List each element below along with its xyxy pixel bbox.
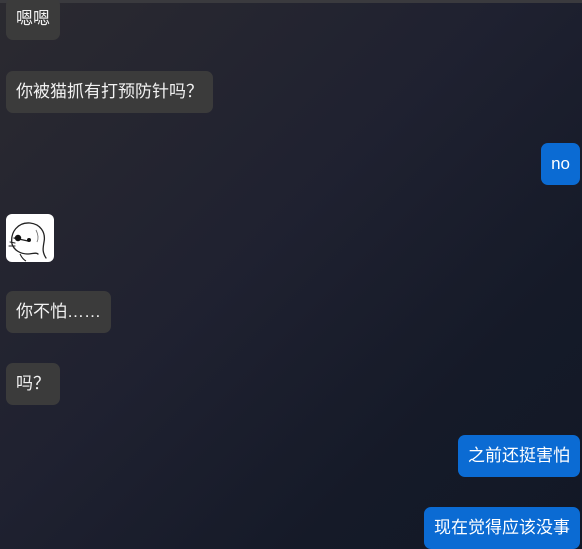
message-bubble-outgoing[interactable]: no	[541, 143, 580, 185]
message-bubble-incoming[interactable]: 吗？	[6, 363, 60, 405]
sticker-message[interactable]	[6, 214, 54, 262]
doodle-creature-icon	[8, 222, 47, 262]
message-bubble-incoming[interactable]: 你被猫抓有打预防针吗？	[6, 71, 213, 113]
message-text: 现在觉得应该没事	[434, 518, 570, 537]
message-text: 嗯嗯	[16, 9, 50, 28]
message-text: 你不怕……	[16, 302, 101, 321]
window-top-border	[0, 0, 582, 3]
message-text: 吗？	[16, 374, 50, 393]
message-bubble-outgoing[interactable]: 现在觉得应该没事	[424, 507, 580, 549]
message-text: 之前还挺害怕	[468, 446, 570, 465]
message-text: no	[551, 154, 570, 173]
message-bubble-incoming[interactable]: 嗯嗯	[6, 0, 60, 40]
message-bubble-incoming[interactable]: 你不怕……	[6, 291, 111, 333]
message-text: 你被猫抓有打预防针吗？	[16, 82, 203, 101]
message-bubble-outgoing[interactable]: 之前还挺害怕	[458, 435, 580, 477]
